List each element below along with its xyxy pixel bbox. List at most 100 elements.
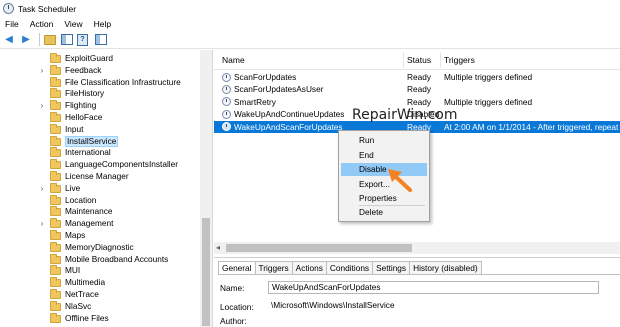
- task-row[interactable]: ScanForUpdatesAsUser Ready: [214, 83, 620, 95]
- tree-item-label: LanguageComponentsInstaller: [65, 159, 179, 170]
- tree-item[interactable]: › Feedback: [0, 64, 200, 77]
- task-list-horizontal-scrollbar[interactable]: ◂: [214, 242, 620, 254]
- scroll-left-icon[interactable]: ◂: [216, 243, 220, 252]
- up-folder-button[interactable]: [43, 33, 57, 47]
- expand-chevron-icon[interactable]: ›: [38, 219, 46, 229]
- folder-icon: [50, 88, 61, 99]
- show-hide-console-tree-button[interactable]: [60, 33, 74, 47]
- folder-icon: [50, 277, 61, 288]
- task-status-cell: Ready: [407, 84, 431, 95]
- menu-view[interactable]: View: [64, 19, 82, 29]
- task-detail-pane: General Triggers Actions Conditions Sett…: [214, 257, 620, 327]
- folder-icon: [50, 253, 61, 264]
- folder-icon: [50, 171, 61, 181]
- tree-item-label: File Classification Infrastructure: [65, 76, 181, 87]
- tree-item[interactable]: Input: [0, 123, 200, 136]
- tree-item[interactable]: International: [0, 147, 200, 159]
- tree-vertical-scrollbar[interactable]: [200, 50, 212, 327]
- tree-item[interactable]: Location: [0, 194, 200, 207]
- column-name[interactable]: Name: [222, 55, 245, 65]
- menu-help[interactable]: Help: [94, 19, 111, 29]
- folder-icon: [50, 265, 61, 276]
- tree-item-label: Maintenance: [65, 206, 113, 217]
- back-arrow-icon[interactable]: ◀: [2, 33, 16, 47]
- tree-item-label: Live: [65, 182, 81, 193]
- forward-arrow-icon[interactable]: ▶: [19, 33, 33, 47]
- menu-item-delete[interactable]: Delete: [341, 206, 427, 219]
- task-clock-icon: [222, 97, 231, 107]
- tree-item[interactable]: Maintenance: [0, 206, 200, 218]
- tree-item[interactable]: Offline Files: [0, 312, 200, 325]
- task-clock-icon: [222, 122, 231, 132]
- folder-icon: [50, 76, 61, 87]
- menu-item-run[interactable]: Run: [341, 134, 427, 147]
- tree-item[interactable]: Mobile Broadband Accounts: [0, 253, 200, 266]
- tree-item[interactable]: › Flighting: [0, 100, 200, 112]
- tree-item[interactable]: Maps: [0, 230, 200, 242]
- task-triggers-cell: At 2:00 AM on 1/1/2014 - After triggered…: [444, 121, 620, 132]
- author-label: Author:: [220, 316, 247, 326]
- tree-item[interactable]: MemoryDiagnostic: [0, 241, 200, 254]
- column-separator[interactable]: [440, 52, 441, 68]
- task-scheduler-icon: [3, 3, 14, 14]
- menu-bar: File Action View Help: [0, 17, 620, 31]
- expand-chevron-icon[interactable]: ›: [38, 66, 46, 76]
- watermark: RepairWin.com: [352, 107, 458, 123]
- expand-chevron-icon[interactable]: ›: [38, 101, 46, 111]
- tree-item[interactable]: Multimedia: [0, 277, 200, 289]
- tree-item[interactable]: LanguageComponentsInstaller: [0, 159, 200, 171]
- task-row[interactable]: ScanForUpdates Ready Multiple triggers def…: [214, 71, 620, 83]
- toolbar: ◀ ▶ ?: [0, 31, 620, 49]
- tab-settings[interactable]: Settings: [372, 261, 411, 274]
- task-clock-icon: [222, 72, 231, 82]
- folder-icon: [50, 100, 61, 111]
- column-separator[interactable]: [403, 52, 404, 68]
- folder-icon: [50, 206, 61, 217]
- tree-item[interactable]: License Manager: [0, 171, 200, 183]
- tree-item-label: FileHistory: [65, 88, 105, 99]
- folder-icon: [50, 159, 61, 170]
- tree-item[interactable]: InstallService: [0, 135, 200, 148]
- tab-triggers[interactable]: Triggers: [254, 261, 293, 274]
- general-tab-body: Name: WakeUpAndScanForUpdates Location: …: [218, 274, 620, 327]
- tree-item[interactable]: NetTrace: [0, 289, 200, 301]
- task-name-cell: ScanForUpdates: [234, 72, 297, 82]
- scrollbar-thumb[interactable]: [202, 218, 210, 326]
- folder-icon: [50, 241, 61, 252]
- toolbar-separator: [39, 33, 40, 46]
- tree-item[interactable]: NlaSvc: [0, 300, 200, 313]
- title-bar: Task Scheduler: [0, 0, 620, 17]
- action-pane-button[interactable]: [94, 33, 108, 47]
- folder-icon: [50, 135, 61, 146]
- scrollbar-thumb[interactable]: [226, 244, 412, 252]
- tab-actions[interactable]: Actions: [291, 261, 327, 274]
- tree-item[interactable]: FileHistory: [0, 88, 200, 100]
- column-status[interactable]: Status: [407, 55, 431, 65]
- tree-item[interactable]: HelloFace: [0, 112, 200, 124]
- tree-item[interactable]: ExploitGuard: [0, 53, 200, 65]
- expand-chevron-icon[interactable]: ›: [38, 184, 46, 194]
- tree-item[interactable]: › Live: [0, 182, 200, 195]
- task-triggers-cell: Multiple triggers defined: [444, 72, 533, 82]
- menu-item-end[interactable]: End: [341, 149, 427, 162]
- column-triggers[interactable]: Triggers: [444, 55, 475, 65]
- tree-item[interactable]: File Classification Infrastructure: [0, 76, 200, 89]
- tree-item-label: HelloFace: [65, 112, 103, 122]
- tab-history[interactable]: History (disabled): [409, 261, 482, 274]
- folder-icon: [50, 112, 61, 122]
- tab-conditions[interactable]: Conditions: [325, 261, 374, 274]
- name-field[interactable]: WakeUpAndScanForUpdates: [268, 281, 599, 294]
- task-status-cell: Ready: [407, 72, 431, 82]
- menu-file[interactable]: File: [5, 19, 19, 29]
- tree-item[interactable]: MUI: [0, 265, 200, 277]
- folder-icon: [50, 230, 61, 240]
- name-label: Name:: [220, 283, 245, 293]
- detail-tabs: General Triggers Actions Conditions Sett…: [218, 261, 482, 275]
- location-label: Location:: [220, 302, 254, 312]
- tab-general[interactable]: General: [218, 261, 256, 275]
- tree-item-label: Management: [65, 218, 114, 229]
- tree-item[interactable]: › Management: [0, 218, 200, 230]
- annotation-arrow-icon: [388, 169, 412, 192]
- help-button[interactable]: ?: [77, 33, 91, 47]
- menu-action[interactable]: Action: [30, 19, 54, 29]
